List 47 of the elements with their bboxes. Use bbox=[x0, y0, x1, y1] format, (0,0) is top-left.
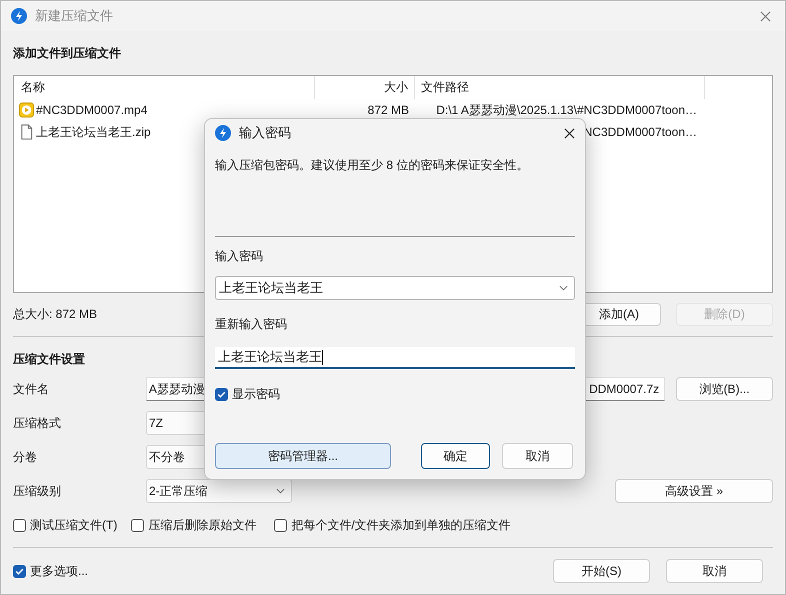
caret-icon bbox=[559, 285, 568, 291]
app-logo-icon bbox=[11, 8, 27, 24]
close-icon[interactable] bbox=[564, 128, 575, 138]
document-icon bbox=[19, 124, 34, 140]
dialog-description: 输入压缩包密码。建议使用至少 8 位的密码来保证安全性。 bbox=[215, 157, 530, 173]
column-header[interactable]: 名称 bbox=[14, 76, 315, 99]
advanced-settings-button[interactable]: 高级设置 » bbox=[615, 479, 773, 503]
column-header[interactable]: 文件路径 bbox=[415, 76, 705, 99]
dropdown[interactable]: 2-正常压缩 bbox=[146, 479, 292, 503]
dialog-button[interactable]: 取消 bbox=[502, 443, 573, 469]
file-name: 上老王论坛当老王.zip bbox=[36, 124, 151, 140]
password-field[interactable]: 上老王论坛当老王 bbox=[215, 276, 575, 300]
column-header[interactable]: 大小 bbox=[315, 76, 415, 99]
checkbox-label: 压缩后删除原始文件 bbox=[148, 516, 256, 534]
dialog-button[interactable]: 密码管理器... bbox=[215, 443, 391, 469]
dialog-title: 输入密码 bbox=[239, 124, 291, 142]
video-file-icon bbox=[19, 102, 34, 118]
dialog-button[interactable]: 确定 bbox=[421, 443, 490, 469]
footer-button[interactable]: 开始(S) bbox=[553, 559, 650, 583]
total-size: 总大小: 872 MB bbox=[13, 306, 98, 323]
password-confirm-field[interactable]: 上老王论坛当老王 bbox=[215, 347, 575, 369]
checkbox[interactable] bbox=[13, 564, 26, 578]
checkbox-label: 把每个文件/文件夹添加到单独的压缩文件 bbox=[291, 516, 511, 534]
checkbox[interactable] bbox=[215, 388, 228, 400]
checkbox-label: 显示密码 bbox=[232, 386, 280, 402]
field-label: 重新输入密码 bbox=[215, 316, 288, 332]
browse-button[interactable]: 浏览(B)... bbox=[676, 377, 773, 401]
section-heading: 添加文件到压缩文件 bbox=[13, 45, 121, 61]
checkbox[interactable] bbox=[274, 518, 288, 532]
field-label: 压缩级别 bbox=[13, 482, 62, 500]
checkbox-label: 测试压缩文件(T) bbox=[30, 516, 118, 534]
checkbox[interactable] bbox=[13, 518, 26, 532]
footer-button[interactable]: 取消 bbox=[666, 559, 763, 583]
section-heading: 压缩文件设置 bbox=[13, 351, 85, 367]
file-path: NC3DDM0007toon… bbox=[584, 125, 697, 139]
window-title: 新建压缩文件 bbox=[35, 7, 113, 25]
app-logo-icon bbox=[215, 125, 231, 141]
file-size: 872 MB bbox=[368, 103, 409, 117]
file-path: D:\1 A瑟瑟动漫\2025.1.13\#NC3DDM0007toon… bbox=[436, 102, 697, 116]
caret-icon bbox=[276, 488, 285, 494]
field-label: 压缩格式 bbox=[13, 414, 62, 432]
file-name: #NC3DDM0007.mp4 bbox=[36, 103, 148, 117]
checkbox-label: 更多选项... bbox=[30, 562, 88, 580]
field-label: 文件名 bbox=[13, 380, 50, 398]
checkbox[interactable] bbox=[131, 518, 144, 532]
field-label: 分卷 bbox=[13, 448, 38, 466]
field-label: 输入密码 bbox=[215, 248, 264, 264]
